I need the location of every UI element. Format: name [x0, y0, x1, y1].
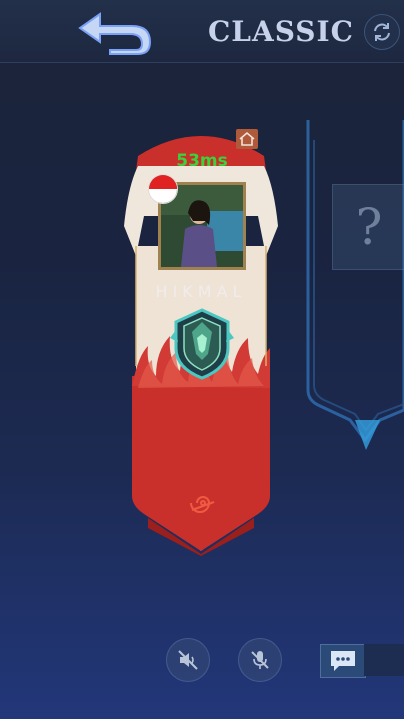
indonesia-flag-icon	[148, 174, 178, 204]
empty-player-card	[306, 120, 404, 450]
mode-title: CLASSIC	[208, 15, 354, 48]
refresh-button[interactable]	[364, 14, 400, 50]
speaker-muted-icon	[178, 650, 198, 670]
refresh-icon	[374, 23, 390, 41]
mute-mic-button[interactable]	[238, 638, 282, 682]
chat-button[interactable]	[320, 644, 366, 678]
empty-slot-placeholder: ?	[355, 198, 383, 256]
player-name: HIKMAL	[155, 282, 247, 301]
chat-icon	[331, 651, 355, 671]
empty-slot-avatar: ?	[332, 184, 404, 270]
chat-input-area[interactable]	[364, 644, 404, 676]
ping-indicator: 53ms	[176, 151, 228, 171]
back-button[interactable]	[70, 6, 160, 56]
leaf-village-symbol-icon	[190, 496, 215, 513]
mute-speaker-button[interactable]	[166, 638, 210, 682]
home-button[interactable]	[235, 128, 259, 150]
home-icon	[236, 129, 258, 149]
rank-emblem-icon	[170, 308, 234, 380]
mic-muted-icon	[251, 651, 269, 669]
back-arrow-icon	[78, 12, 152, 55]
top-bar: CLASSIC	[0, 0, 404, 63]
